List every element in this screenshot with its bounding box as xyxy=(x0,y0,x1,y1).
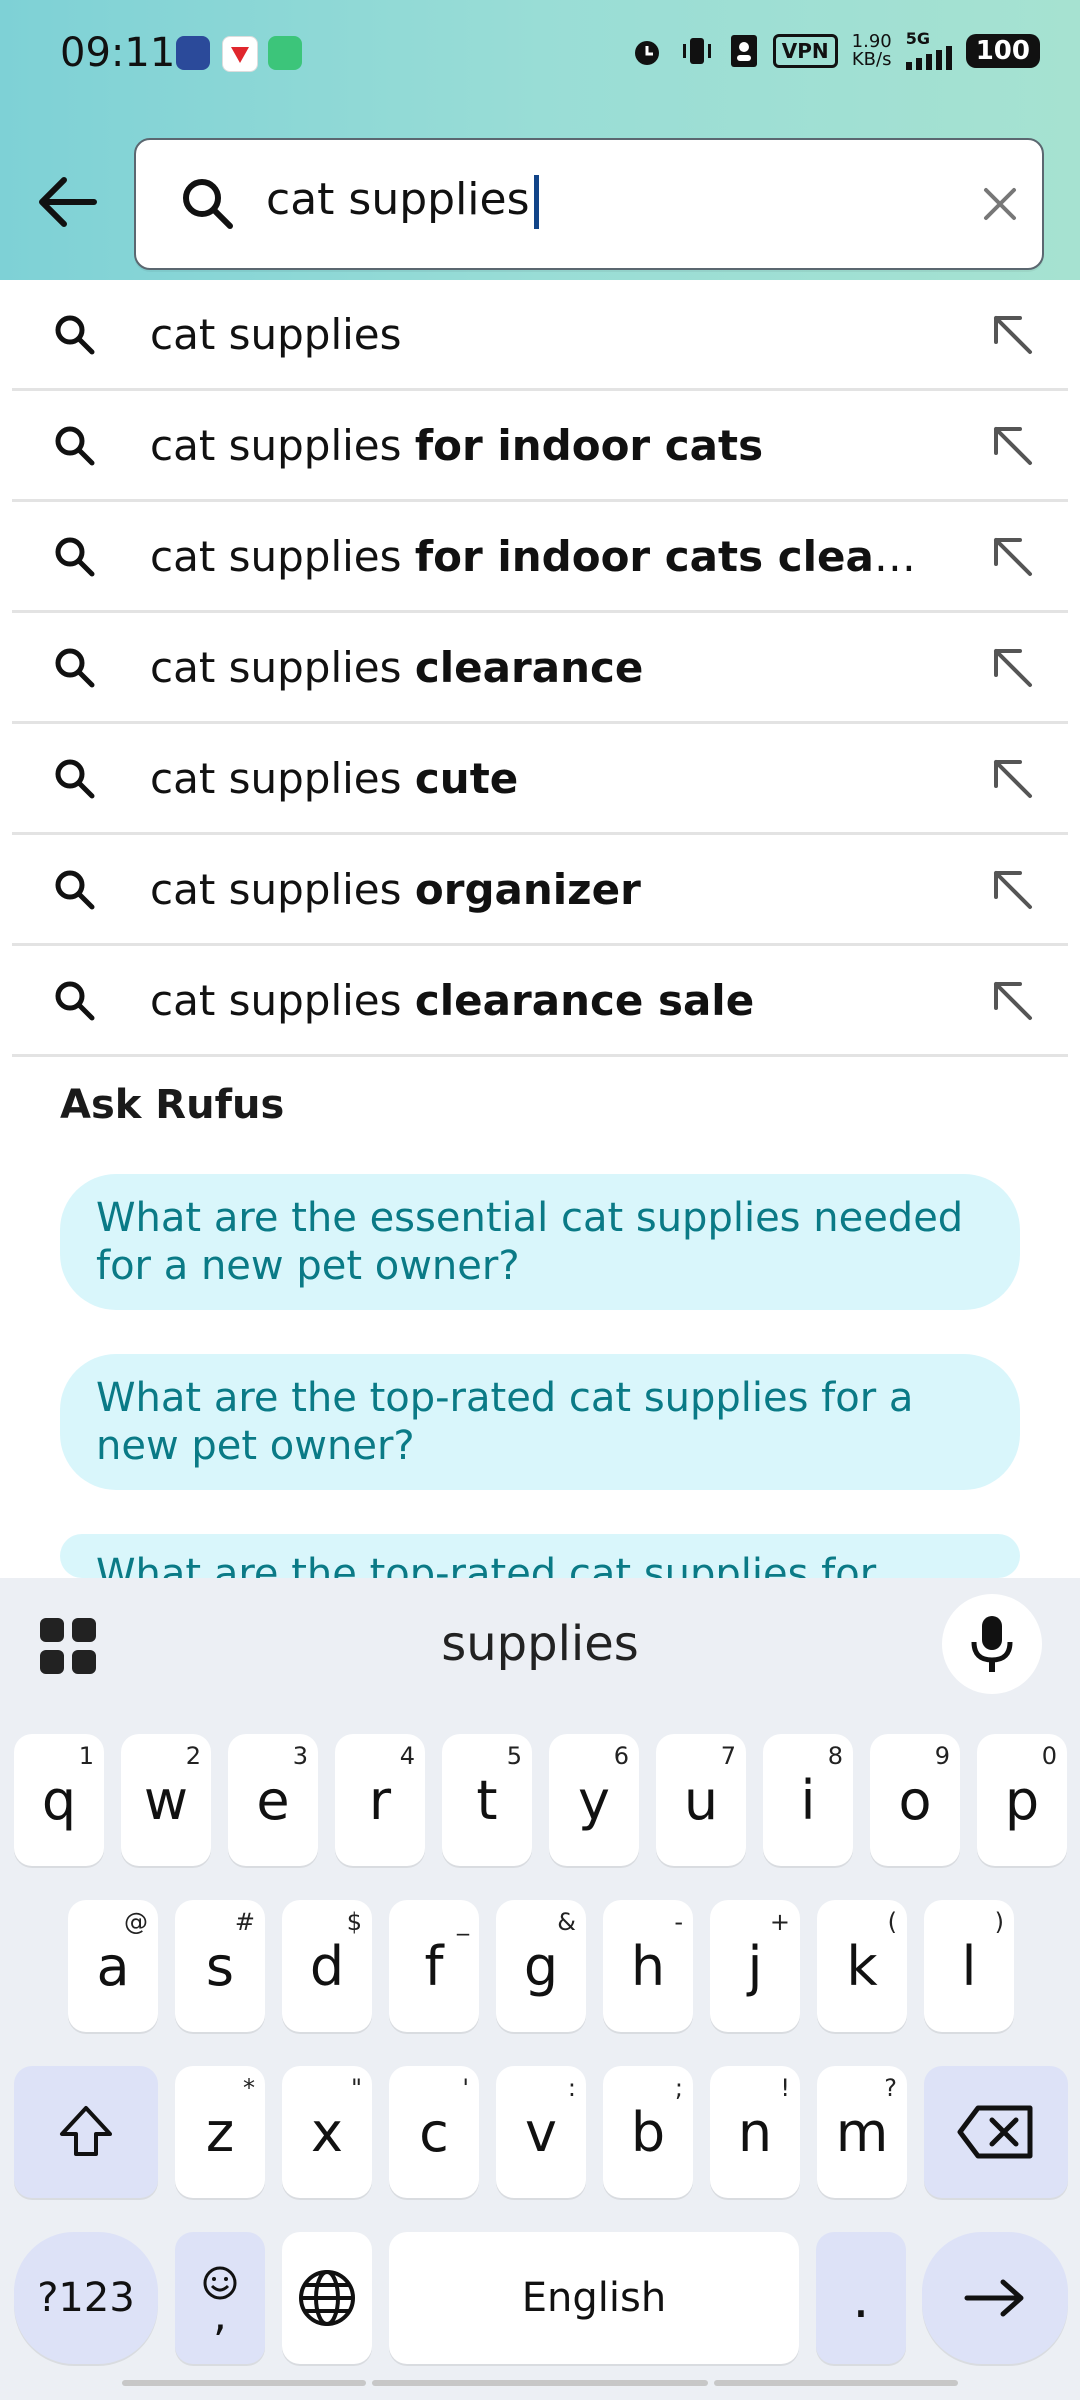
globe-icon xyxy=(299,2270,355,2326)
emoji-comma-key[interactable]: , xyxy=(175,2232,265,2364)
vpn-badge: VPN xyxy=(772,34,838,68)
shift-key[interactable] xyxy=(14,2066,158,2198)
app-notification-icon xyxy=(176,36,210,70)
suggestion-label: cat supplies organizer xyxy=(150,865,641,914)
keyboard: supplies q1 w2 e3 r4 t5 y6 u7 i8 o9 p0 a… xyxy=(0,1578,1080,2400)
key-h[interactable]: h- xyxy=(603,1900,693,2032)
suggestion-item[interactable]: cat supplies xyxy=(12,280,1068,391)
fill-query-arrow-icon[interactable] xyxy=(988,754,1036,802)
back-arrow-icon xyxy=(39,177,97,227)
fill-query-arrow-icon[interactable] xyxy=(988,421,1036,469)
suggestion-item[interactable]: cat supplies clearance sale xyxy=(12,946,1068,1057)
voice-input-button[interactable] xyxy=(942,1594,1042,1694)
period-key[interactable]: . xyxy=(816,2232,906,2364)
search-icon xyxy=(55,981,95,1021)
key-o[interactable]: o9 xyxy=(870,1734,960,1866)
fill-query-arrow-icon[interactable] xyxy=(988,310,1036,358)
backspace-key[interactable] xyxy=(924,2066,1068,2198)
suggestion-item[interactable]: cat supplies cute xyxy=(12,724,1068,835)
search-icon xyxy=(55,315,95,355)
header: 09:11 VPN 1.90 KB/s 5G 100 cat supplies xyxy=(0,0,1080,280)
language-key[interactable] xyxy=(282,2232,372,2364)
key-n[interactable]: n! xyxy=(710,2066,800,2198)
key-k[interactable]: k( xyxy=(817,1900,907,2032)
status-bar: 09:11 VPN 1.90 KB/s 5G 100 xyxy=(0,20,1080,90)
symbols-key[interactable]: ?123 xyxy=(14,2232,158,2364)
key-m[interactable]: m? xyxy=(817,2066,907,2198)
back-button[interactable] xyxy=(34,172,104,232)
key-d[interactable]: d $ xyxy=(282,1900,372,2032)
suggestion-label: cat supplies for indoor cats clear… xyxy=(150,532,930,581)
text-cursor xyxy=(533,175,539,229)
search-icon xyxy=(55,759,95,799)
suggestion-label: cat supplies xyxy=(150,310,402,359)
suggestion-item[interactable]: cat supplies for indoor cats clear… xyxy=(12,502,1068,613)
key-l[interactable]: l) xyxy=(924,1900,1014,2032)
shift-icon xyxy=(60,2106,112,2156)
key-v[interactable]: v: xyxy=(496,2066,586,2198)
search-icon xyxy=(55,426,95,466)
rufus-question-chip[interactable]: What are the essential cat supplies need… xyxy=(60,1174,1020,1310)
search-icon xyxy=(55,870,95,910)
vibrate-icon xyxy=(679,34,715,68)
suggestion-label: cat supplies cute xyxy=(150,754,519,803)
battery-indicator: 100 xyxy=(965,34,1040,68)
key-b[interactable]: b; xyxy=(603,2066,693,2198)
microphone-icon xyxy=(971,1616,1013,1672)
key-i[interactable]: i8 xyxy=(763,1734,853,1866)
search-field[interactable]: cat supplies xyxy=(134,138,1044,270)
network-speed: 1.90 KB/s xyxy=(851,31,892,70)
suggestion-label: cat supplies clearance sale xyxy=(150,976,755,1025)
key-p[interactable]: p0 xyxy=(977,1734,1067,1866)
key-e[interactable]: e3 xyxy=(228,1734,318,1866)
ask-rufus-heading: Ask Rufus xyxy=(60,1082,285,1128)
suggestion-item[interactable]: cat supplies for indoor cats xyxy=(12,391,1068,502)
key-t[interactable]: t5 xyxy=(442,1734,532,1866)
key-y[interactable]: y6 xyxy=(549,1734,639,1866)
suggestion-item[interactable]: cat supplies clearance xyxy=(12,613,1068,724)
arrow-right-icon xyxy=(964,2279,1024,2317)
search-icon xyxy=(55,537,95,577)
key-z[interactable]: z * xyxy=(175,2066,265,2198)
key-s[interactable]: s # xyxy=(175,1900,265,2032)
key-a[interactable]: a @ xyxy=(68,1900,158,2032)
key-q[interactable]: q1 xyxy=(14,1734,104,1866)
go-key[interactable] xyxy=(922,2232,1068,2364)
suggestion-label: cat supplies clearance xyxy=(150,643,644,692)
keyboard-suggestion-bar: supplies xyxy=(0,1578,1080,1708)
key-x[interactable]: x " xyxy=(282,2066,372,2198)
suggestion-label: cat supplies for indoor cats xyxy=(150,421,764,470)
search-input[interactable]: cat supplies xyxy=(266,174,539,229)
rufus-question-chip[interactable]: What are the top-rated cat supplies for … xyxy=(60,1354,1020,1490)
fill-query-arrow-icon[interactable] xyxy=(988,976,1036,1024)
space-key[interactable]: English xyxy=(389,2232,799,2364)
fill-query-arrow-icon[interactable] xyxy=(988,532,1036,580)
key-c[interactable]: c ' xyxy=(389,2066,479,2198)
app-notification-icon xyxy=(268,36,302,70)
key-f[interactable]: f _ xyxy=(389,1900,479,2032)
contact-card-icon xyxy=(729,34,759,68)
clock: 09:11 xyxy=(60,30,176,76)
suggestion-list: cat supplies cat supplies for indoor cat… xyxy=(12,280,1068,1057)
fill-query-arrow-icon[interactable] xyxy=(988,865,1036,913)
key-u[interactable]: u7 xyxy=(656,1734,746,1866)
backspace-icon xyxy=(957,2105,1033,2159)
fill-query-arrow-icon[interactable] xyxy=(988,643,1036,691)
key-g[interactable]: g & xyxy=(496,1900,586,2032)
word-suggestion[interactable]: supplies xyxy=(0,1616,1080,1672)
search-icon xyxy=(55,648,95,688)
key-w[interactable]: w2 xyxy=(121,1734,211,1866)
key-j[interactable]: j + xyxy=(710,1900,800,2032)
clear-icon[interactable] xyxy=(982,186,1018,222)
alarm-icon xyxy=(629,34,665,68)
gesture-bar xyxy=(122,2380,958,2386)
rufus-question-chip[interactable]: What are the top-rated cat supplies for xyxy=(60,1534,1020,1578)
app-notification-icon xyxy=(222,36,258,72)
search-icon xyxy=(183,179,233,229)
signal-icon: 5G xyxy=(905,31,952,70)
key-r[interactable]: r4 xyxy=(335,1734,425,1866)
suggestion-item[interactable]: cat supplies organizer xyxy=(12,835,1068,946)
